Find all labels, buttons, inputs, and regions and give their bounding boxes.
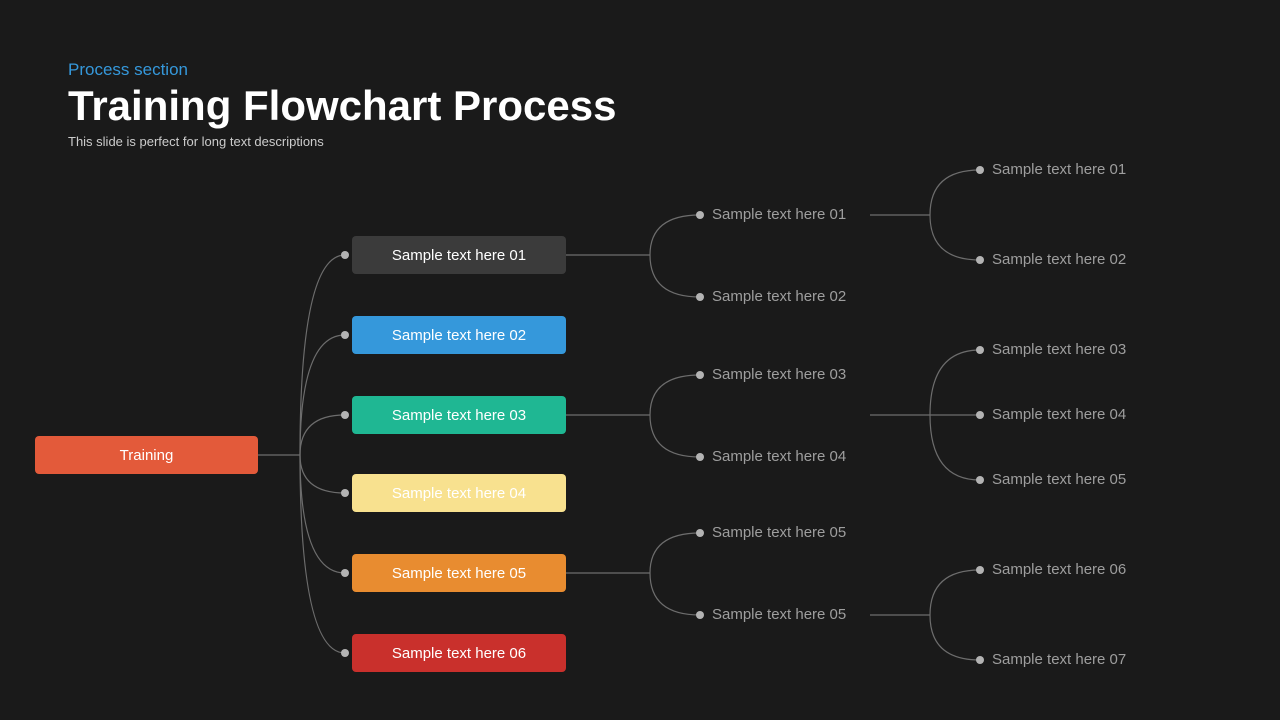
root-node-training: Training [35,436,258,474]
far-b-item-1: Sample text here 03 [992,341,1126,358]
level1-node-5: Sample text here 05 [352,554,566,592]
branch-c-item-1: Sample text here 05 [712,524,846,541]
far-a-item-1: Sample text here 01 [992,161,1126,178]
far-c-item-1: Sample text here 06 [992,561,1126,578]
level1-node-2: Sample text here 02 [352,316,566,354]
level1-node-4: Sample text here 04 [352,474,566,512]
branch-b-item-1: Sample text here 03 [712,366,846,383]
far-a-item-2: Sample text here 02 [992,251,1126,268]
branch-b-item-2: Sample text here 04 [712,448,846,465]
branch-a-item-1: Sample text here 01 [712,206,846,223]
branch-c-item-2: Sample text here 05 [712,606,846,623]
slide: Process section Training Flowchart Proce… [0,0,1280,720]
branch-a-item-2: Sample text here 02 [712,288,846,305]
far-b-item-3: Sample text here 05 [992,471,1126,488]
far-c-item-2: Sample text here 07 [992,651,1126,668]
flowchart-connectors [0,0,1280,720]
level1-node-6: Sample text here 06 [352,634,566,672]
level1-node-1: Sample text here 01 [352,236,566,274]
far-b-item-2: Sample text here 04 [992,406,1126,423]
level1-node-3: Sample text here 03 [352,396,566,434]
